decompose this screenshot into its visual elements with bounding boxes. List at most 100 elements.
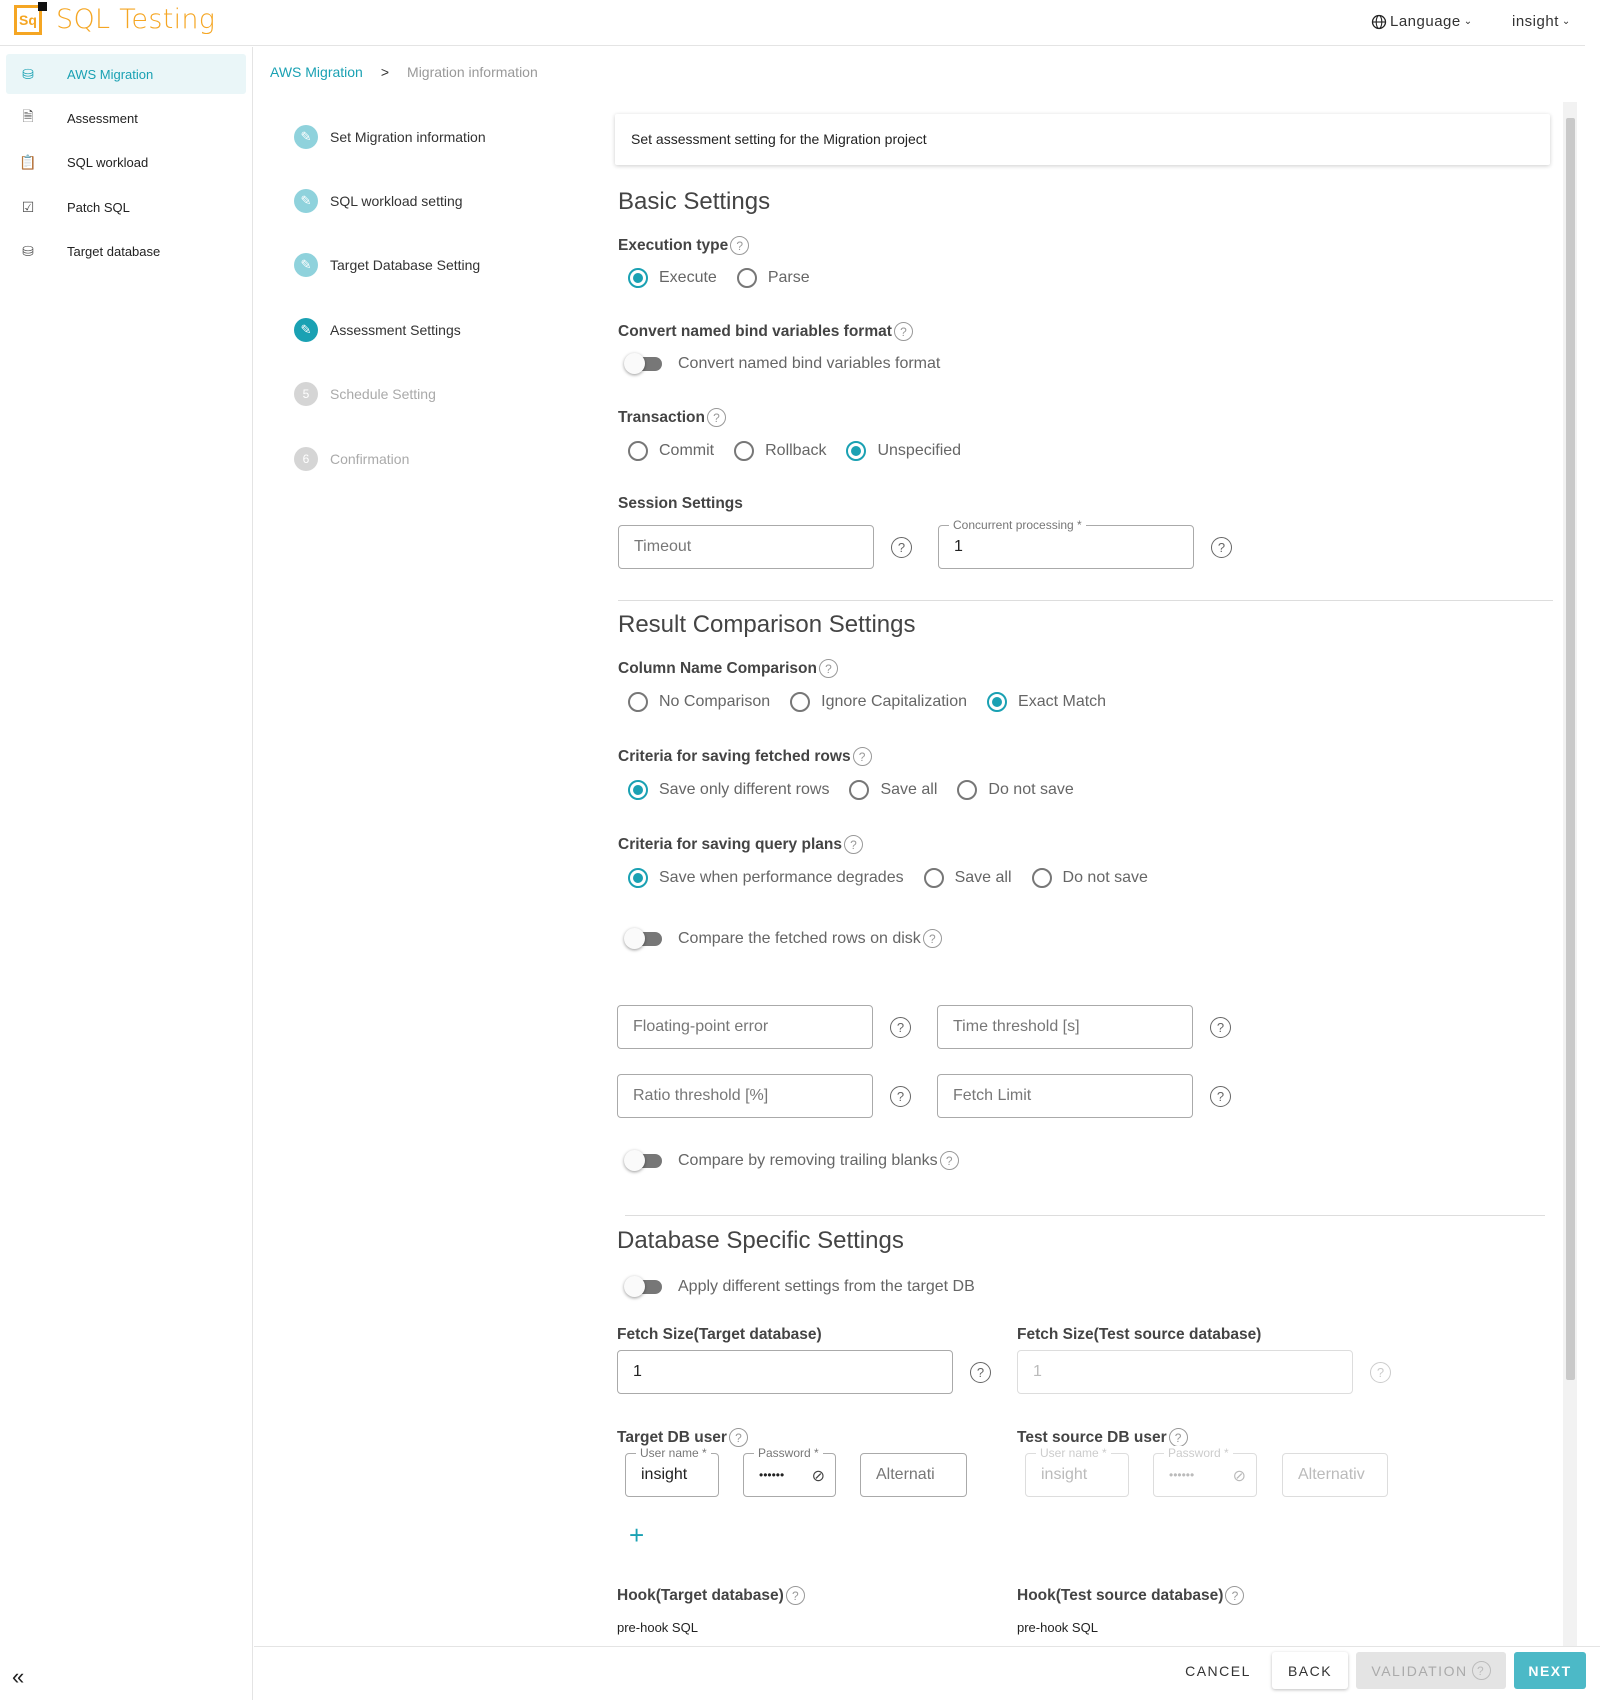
compare-on-disk-toggle[interactable]: Compare the fetched rows on disk? [618,927,942,949]
breadcrumb-root-link[interactable]: AWS Migration [270,64,363,80]
radio-checked-icon [846,441,867,461]
fetched-rows-text: Criteria for saving fetched rows [618,747,851,765]
convert-bind-toggle[interactable]: Convert named bind variables format [618,353,940,374]
collapse-sidebar-icon[interactable]: « [12,1664,24,1690]
apply-different-settings-toggle[interactable]: Apply different settings from the target… [618,1276,975,1297]
help-icon[interactable]: ? [891,537,912,558]
radio-save-all-rows[interactable]: Save all [839,780,937,800]
help-icon[interactable]: ? [1225,1586,1245,1605]
sidebar-item-aws-migration[interactable]: ⛁ AWS Migration [6,54,246,94]
fetch-size-source-text: Fetch Size(Test source database) [1017,1326,1262,1343]
language-menu[interactable]: Language ⌄ [1371,13,1473,30]
help-icon[interactable]: ? [1210,1086,1231,1107]
logo-icon: Sq [14,1,47,35]
help-icon[interactable]: ? [890,1017,911,1038]
chevron-down-icon: ⌄ [1463,16,1473,27]
hook-target-label: Hook(Target database)? [617,1586,805,1605]
help-icon[interactable]: ? [728,1428,748,1447]
help-icon[interactable]: ? [852,747,872,766]
help-icon[interactable]: ? [1211,537,1232,558]
help-icon[interactable]: ? [970,1362,991,1383]
pencil-icon: ✎ [294,253,318,277]
globe-icon [1371,14,1387,29]
clipboard-icon: 📋 [19,153,37,170]
step-sql-workload-setting[interactable]: ✎ SQL workload setting [294,188,463,214]
app-logo[interactable]: Sq SQL Testing [14,1,215,35]
help-icon[interactable]: ? [922,929,942,948]
help-icon[interactable]: ? [730,236,750,255]
scrollbar[interactable] [1563,102,1577,1650]
radio-no-comparison[interactable]: No Comparison [618,692,770,712]
back-button[interactable]: BACK [1272,1652,1348,1689]
alternative-placeholder: Alternati [876,1466,935,1483]
add-user-icon[interactable]: + [629,1520,644,1551]
fetched-rows-label: Criteria for saving fetched rows? [618,747,872,766]
sidebar-item-assessment[interactable]: 🗎 Assessment [6,98,246,138]
target-username-input[interactable]: User name * insight [625,1446,719,1497]
help-icon[interactable]: ? [818,659,838,678]
password-value: •••••• [1169,1468,1195,1482]
radio-execute[interactable]: Execute [618,268,717,288]
help-icon[interactable]: ? [890,1086,911,1107]
fetched-rows-radio-group: Save only different rows Save all Do not… [618,780,1084,800]
result-comparison-title: Result Comparison Settings [618,611,916,638]
radio-parse[interactable]: Parse [727,268,810,288]
source-password-input: Password * •••••• ⊘ [1153,1446,1257,1497]
radio-do-not-save-plans[interactable]: Do not save [1022,868,1148,888]
target-password-input[interactable]: Password * •••••• ⊘ [743,1446,836,1497]
ratio-threshold-input[interactable]: Ratio threshold [%] [617,1074,873,1118]
sidebar-item-target-database[interactable]: ⛁ Target database [6,231,246,271]
step-target-database-setting[interactable]: ✎ Target Database Setting [294,252,480,278]
help-icon[interactable]: ? [785,1586,805,1605]
help-icon[interactable]: ? [843,835,863,854]
radio-commit[interactable]: Commit [618,441,714,461]
column-name-comparison-label: Column Name Comparison? [618,659,838,678]
breadcrumb-current: Migration information [407,64,538,80]
user-menu[interactable]: insight ⌄ [1512,13,1571,30]
trailing-blanks-toggle[interactable]: Compare by removing trailing blanks? [618,1149,959,1171]
radio-unchecked-icon [923,868,944,888]
sidebar-item-sql-workload[interactable]: 📋 SQL workload [6,142,246,182]
eye-off-icon[interactable]: ⊘ [812,1466,825,1486]
radio-exact-match[interactable]: Exact Match [977,692,1106,712]
password-label: Password * [754,1446,823,1460]
target-alternative-input[interactable]: Alternati [860,1453,967,1497]
sidebar-item-patch-sql[interactable]: ☑ Patch SQL [6,187,246,227]
help-icon[interactable]: ? [939,1151,959,1170]
radio-save-when-degrades[interactable]: Save when performance degrades [618,868,904,888]
query-plans-label: Criteria for saving query plans? [618,835,863,854]
radio-unspecified[interactable]: Unspecified [836,441,961,461]
toggle-switch [624,1149,662,1171]
toggle-switch [624,927,662,949]
radio-ignore-capitalization[interactable]: Ignore Capitalization [780,692,967,712]
radio-save-all-plans[interactable]: Save all [914,868,1012,888]
scrollbar-thumb[interactable] [1566,118,1575,1380]
transaction-text: Transaction [618,408,705,426]
radio-checked-icon [987,692,1008,712]
radio-save-only-different[interactable]: Save only different rows [618,780,829,800]
fetch-limit-input[interactable]: Fetch Limit [937,1074,1193,1118]
section-divider [625,1215,1545,1216]
concurrent-processing-input[interactable]: Concurrent processing * 1 [938,518,1194,569]
help-icon[interactable]: ? [1168,1428,1188,1447]
help-icon[interactable]: ? [893,322,913,341]
timeout-input[interactable]: Timeout [618,525,874,569]
sidebar-item-label: Assessment [67,110,138,126]
pencil-icon: ✎ [294,318,318,342]
cancel-button[interactable]: CANCEL [1178,1652,1258,1689]
floating-point-error-input[interactable]: Floating-point error [617,1005,873,1049]
username-label: User name * [1036,1446,1111,1460]
help-icon[interactable]: ? [707,408,726,427]
time-threshold-input[interactable]: Time threshold [s] [937,1005,1193,1049]
fetch-size-source-input: 1 [1017,1350,1353,1394]
step-assessment-settings[interactable]: ✎ Assessment Settings [294,317,461,343]
pencil-icon: ✎ [294,125,318,149]
step-set-migration-information[interactable]: ✎ Set Migration information [294,124,486,150]
timeout-placeholder: Timeout [634,538,692,555]
radio-rollback[interactable]: Rollback [724,441,826,461]
fetch-size-target-text: Fetch Size(Target database) [617,1326,822,1343]
radio-do-not-save-rows[interactable]: Do not save [947,780,1074,800]
fetch-size-target-input[interactable]: 1 [617,1350,953,1394]
help-icon[interactable]: ? [1210,1017,1231,1038]
next-button[interactable]: NEXT [1514,1652,1586,1689]
